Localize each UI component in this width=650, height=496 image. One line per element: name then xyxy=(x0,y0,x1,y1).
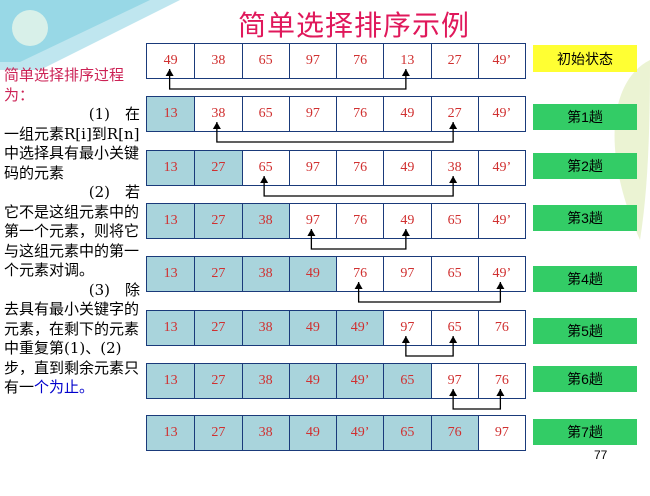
element-cell: 13 xyxy=(147,311,195,345)
element-cell: 27 xyxy=(194,257,242,291)
element-cell: 97 xyxy=(288,44,336,78)
element-cell: 13 xyxy=(147,364,195,398)
element-cell: 49’ xyxy=(336,311,384,345)
description-heading: 简单选择排序过程为： xyxy=(4,66,125,104)
element-cell: 27 xyxy=(194,311,242,345)
pass-row: 13 27 38 49 49’ 65 97 76 xyxy=(146,363,526,399)
element-cell: 65 xyxy=(241,44,289,78)
step3-highlight: 个为止。 xyxy=(34,378,95,396)
pass-label: 第4趟 xyxy=(533,266,637,292)
element-cell: 13 xyxy=(147,151,195,185)
element-cell: 49’ xyxy=(336,416,384,450)
element-cell: 38 xyxy=(241,257,289,291)
step2-number: (2) 若 xyxy=(88,183,140,201)
element-cell: 38 xyxy=(194,97,241,131)
element-cell: 27 xyxy=(194,151,242,185)
element-cell: 49’ xyxy=(477,97,525,131)
pass-label: 初始状态 xyxy=(533,45,637,72)
element-cell: 13 xyxy=(147,204,195,238)
element-cell: 27 xyxy=(430,97,478,131)
element-cell: 38 xyxy=(430,151,478,185)
element-cell: 65 xyxy=(241,97,289,131)
element-cell: 38 xyxy=(241,204,289,238)
pass-row: 13 27 38 49 76 97 65 49’ xyxy=(146,256,526,292)
element-cell: 27 xyxy=(194,204,242,238)
element-cell: 65 xyxy=(383,416,431,450)
element-cell: 76 xyxy=(336,97,383,131)
element-cell: 13 xyxy=(147,257,195,291)
page-number: 77 xyxy=(594,448,608,462)
element-cell: 49’ xyxy=(477,204,525,238)
pass-label: 第6趟 xyxy=(533,366,637,392)
element-cell: 97 xyxy=(430,364,478,398)
element-cell: 76 xyxy=(336,44,383,78)
element-cell: 65 xyxy=(430,311,478,345)
pass-row: 49 38 65 97 76 13 27 49’ xyxy=(146,43,526,79)
element-cell: 38 xyxy=(241,416,289,450)
pass-label: 第3趟 xyxy=(533,205,637,231)
description-text: 简单选择排序过程为： (1) 在 一组元素R[i]到R[n]中选择具有最小关键码… xyxy=(4,66,140,398)
pass-row: 13 38 65 97 76 49 27 49’ xyxy=(146,96,526,132)
pass-row: 13 27 65 97 76 49 38 49’ xyxy=(146,150,526,186)
element-cell: 65 xyxy=(430,204,478,238)
element-cell: 76 xyxy=(336,204,383,238)
element-cell: 65 xyxy=(430,257,478,291)
step3-number: (3) 除 xyxy=(88,280,140,299)
element-cell: 97 xyxy=(477,416,525,450)
element-cell: 49 xyxy=(288,416,336,450)
element-cell: 49 xyxy=(383,204,430,238)
element-cell: 13 xyxy=(383,44,430,78)
element-cell: 76 xyxy=(336,257,383,291)
element-cell: 27 xyxy=(194,416,242,450)
element-cell: 65 xyxy=(241,151,289,185)
element-cell: 38 xyxy=(241,364,289,398)
element-cell: 49 xyxy=(288,257,336,291)
pass-row: 13 27 38 49 49’ 97 65 76 xyxy=(146,310,526,346)
pass-row: 13 27 38 97 76 49 65 49’ xyxy=(146,203,526,239)
element-cell: 49’ xyxy=(477,44,525,78)
element-cell: 49’ xyxy=(336,364,384,398)
element-cell: 65 xyxy=(383,364,431,398)
element-cell: 49 xyxy=(288,364,336,398)
element-cell: 27 xyxy=(194,364,242,398)
step1-number: (1) 在 xyxy=(88,105,140,123)
element-cell: 97 xyxy=(288,97,336,131)
element-cell: 49 xyxy=(288,311,336,345)
element-cell: 38 xyxy=(194,44,241,78)
element-cell: 49 xyxy=(383,151,430,185)
element-cell: 97 xyxy=(383,311,430,345)
element-cell: 97 xyxy=(288,151,336,185)
element-cell: 49’ xyxy=(477,151,525,185)
pass-row: 13 27 38 49 49’ 65 76 97 xyxy=(146,415,526,451)
step2-text: 它不是这组元素中的第一个元素，则将它与这组元素中的第一个元素对调。 xyxy=(4,202,140,280)
element-cell: 13 xyxy=(147,416,195,450)
element-cell: 13 xyxy=(147,97,195,131)
element-cell: 97 xyxy=(383,257,430,291)
element-cell: 27 xyxy=(430,44,478,78)
pass-label: 第2趟 xyxy=(533,153,637,179)
element-cell: 76 xyxy=(430,416,478,450)
slide-title: 简单选择排序示例 xyxy=(237,9,470,42)
element-cell: 38 xyxy=(241,311,289,345)
element-cell: 49 xyxy=(383,97,430,131)
step1-text: 一组元素R[i]到R[n]中选择具有最小关键码的元素 xyxy=(4,124,140,182)
pass-label: 第1趟 xyxy=(533,104,637,130)
element-cell: 76 xyxy=(477,364,525,398)
element-cell: 76 xyxy=(336,151,383,185)
pass-label: 第5趟 xyxy=(533,318,637,344)
element-cell: 49 xyxy=(163,53,178,68)
pass-label: 第7趟 xyxy=(533,419,637,445)
element-cell: 76 xyxy=(477,311,525,345)
element-cell: 97 xyxy=(288,204,336,238)
element-cell: 49’ xyxy=(477,257,525,291)
